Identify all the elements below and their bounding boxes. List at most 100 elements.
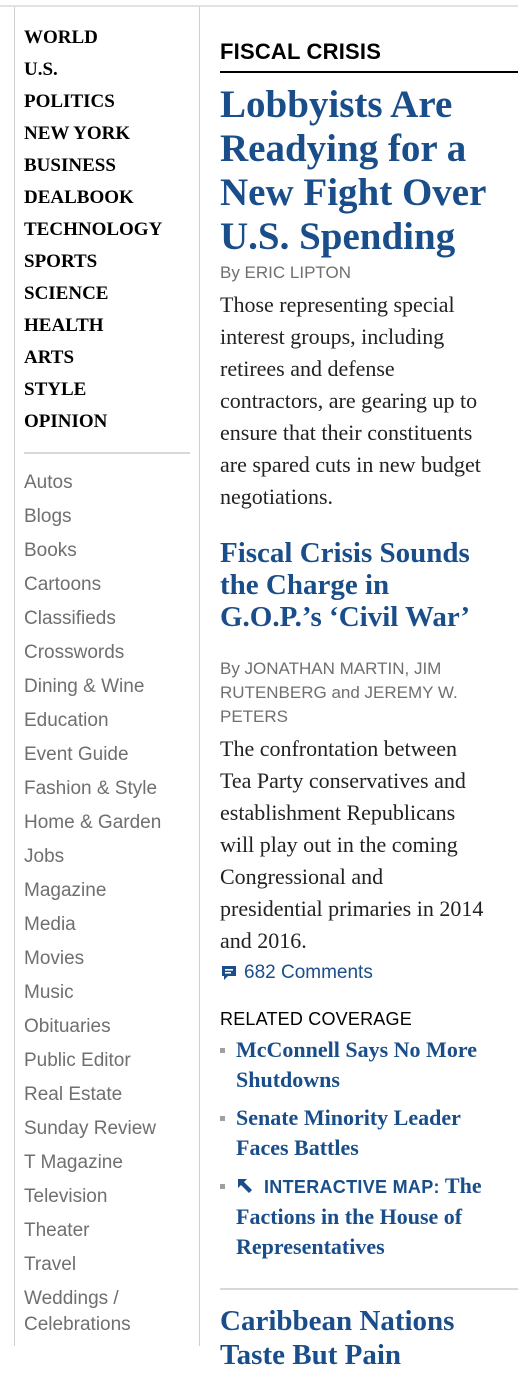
related-item-line: McConnell Says No More bbox=[236, 1037, 477, 1063]
second-byline: By JONATHAN MARTIN, JIM RUTENBERG and JE… bbox=[220, 657, 518, 729]
lead-summary-line: are spared cuts in new budget bbox=[220, 452, 481, 477]
related-item-line: Representatives bbox=[236, 1234, 385, 1260]
second-byline-line: By JONATHAN MARTIN, JIM bbox=[220, 659, 442, 679]
link-fashion-style[interactable]: Fashion & Style bbox=[24, 772, 192, 806]
related-item[interactable]: McConnell Says No More Shutdowns bbox=[220, 1035, 518, 1095]
link-obituaries[interactable]: Obituaries bbox=[24, 1010, 192, 1044]
second-summary-line: Tea Party conservatives and bbox=[220, 768, 466, 794]
lead-summary-line: ensure that their constituents bbox=[220, 420, 473, 445]
section-opinion[interactable]: OPINION bbox=[24, 406, 192, 438]
link-cartoons[interactable]: Cartoons bbox=[24, 568, 192, 602]
link-travel[interactable]: Travel bbox=[24, 1248, 192, 1282]
second-summary-line: establishment Republicans bbox=[220, 800, 456, 826]
link-media[interactable]: Media bbox=[24, 908, 192, 942]
related-interactive-first-line: INTERACTIVE MAP: The bbox=[236, 1171, 518, 1202]
lead-headline-line: Readying for a bbox=[220, 127, 467, 170]
section-new-york[interactable]: NEW YORK bbox=[24, 118, 192, 150]
second-summary-line: will play out in the coming bbox=[220, 832, 458, 858]
link-weddings-line2: Celebrations bbox=[24, 1314, 131, 1335]
link-public-editor[interactable]: Public Editor bbox=[24, 1044, 192, 1078]
related-item[interactable]: Senate Minority Leader Faces Battles bbox=[220, 1103, 518, 1163]
link-music[interactable]: Music bbox=[24, 976, 192, 1010]
section-world[interactable]: WORLD bbox=[24, 22, 192, 54]
lead-summary-line: interest groups, including bbox=[220, 324, 445, 349]
more-sections-list: Autos Blogs Books Cartoons Classifieds C… bbox=[24, 466, 192, 1338]
sidebar-nav: WORLD U.S. POLITICS NEW YORK BUSINESS DE… bbox=[24, 22, 192, 1338]
comments-link[interactable]: 682 Comments bbox=[220, 959, 518, 987]
section-business[interactable]: BUSINESS bbox=[24, 150, 192, 182]
link-jobs[interactable]: Jobs bbox=[24, 840, 192, 874]
lead-headline-line: U.S. Spending bbox=[220, 215, 456, 258]
main-divider bbox=[220, 1288, 518, 1291]
section-style[interactable]: STYLE bbox=[24, 374, 192, 406]
link-books[interactable]: Books bbox=[24, 534, 192, 568]
link-television[interactable]: Television bbox=[24, 1180, 192, 1214]
interactive-prefix: INTERACTIVE MAP: bbox=[264, 1177, 440, 1198]
bullet-icon bbox=[220, 1116, 225, 1122]
column-divider bbox=[199, 7, 200, 1346]
link-movies[interactable]: Movies bbox=[24, 942, 192, 976]
interactive-title-first: The bbox=[444, 1173, 482, 1199]
lead-summary: Those representing special interest grou… bbox=[220, 289, 518, 513]
link-theater[interactable]: Theater bbox=[24, 1214, 192, 1248]
link-classifieds[interactable]: Classifieds bbox=[24, 602, 192, 636]
link-real-estate[interactable]: Real Estate bbox=[24, 1078, 192, 1112]
link-weddings-celebrations[interactable]: Weddings / Celebrations bbox=[24, 1282, 192, 1338]
related-item-line: Factions in the House of bbox=[236, 1204, 463, 1230]
sections-list: WORLD U.S. POLITICS NEW YORK BUSINESS DE… bbox=[24, 22, 192, 438]
link-home-garden[interactable]: Home & Garden bbox=[24, 806, 192, 840]
comment-icon bbox=[222, 966, 236, 981]
link-blogs[interactable]: Blogs bbox=[24, 500, 192, 534]
section-arts[interactable]: ARTS bbox=[24, 342, 192, 374]
link-weddings-line1: Weddings / bbox=[24, 1288, 119, 1309]
link-crosswords[interactable]: Crosswords bbox=[24, 636, 192, 670]
top-rule bbox=[0, 5, 518, 7]
lead-headline-line: Lobbyists Are bbox=[220, 83, 453, 126]
link-sunday-review[interactable]: Sunday Review bbox=[24, 1112, 192, 1146]
link-event-guide[interactable]: Event Guide bbox=[24, 738, 192, 772]
second-headline-line: Fiscal Crisis Sounds bbox=[220, 537, 470, 569]
third-headline[interactable]: Caribbean Nations Taste But Pain bbox=[220, 1304, 518, 1372]
section-science[interactable]: SCIENCE bbox=[24, 278, 192, 310]
second-summary: The confrontation between Tea Party cons… bbox=[220, 733, 518, 957]
section-politics[interactable]: POLITICS bbox=[24, 86, 192, 118]
lead-headline-line: New Fight Over bbox=[220, 171, 487, 214]
link-t-magazine[interactable]: T Magazine bbox=[24, 1146, 192, 1180]
lead-summary-line: Those representing special bbox=[220, 292, 455, 317]
lead-headline[interactable]: Lobbyists Are Readying for a New Fight O… bbox=[220, 83, 518, 259]
link-magazine[interactable]: Magazine bbox=[24, 874, 192, 908]
bullet-icon bbox=[220, 1048, 225, 1054]
second-byline-line: RUTENBERG and JEREMY W. bbox=[220, 683, 458, 703]
bullet-icon bbox=[220, 1184, 225, 1190]
second-summary-line: The confrontation between bbox=[220, 736, 458, 762]
second-headline-line: the Charge in bbox=[220, 569, 390, 601]
second-headline[interactable]: Fiscal Crisis Sounds the Charge in G.O.P… bbox=[220, 537, 518, 633]
section-health[interactable]: HEALTH bbox=[24, 310, 192, 342]
main-column: FISCAL CRISIS Lobbyists Are Readying for… bbox=[220, 38, 518, 1396]
section-sports[interactable]: SPORTS bbox=[24, 246, 192, 278]
second-byline-line: PETERS bbox=[220, 707, 289, 727]
related-item-interactive[interactable]: INTERACTIVE MAP: The Factions in the Hou… bbox=[220, 1171, 518, 1262]
lead-byline: By ERIC LIPTON bbox=[220, 263, 351, 282]
second-summary-line: Congressional and bbox=[220, 864, 384, 890]
section-technology[interactable]: TECHNOLOGY bbox=[24, 214, 192, 246]
lead-summary-line: retirees and defense bbox=[220, 356, 395, 381]
sidebar-divider bbox=[24, 452, 190, 454]
section-us[interactable]: U.S. bbox=[24, 54, 192, 86]
link-dining-wine[interactable]: Dining & Wine bbox=[24, 670, 192, 704]
second-summary-line: and 2016. bbox=[220, 928, 307, 954]
third-headline-line: Caribbean Nations bbox=[220, 1305, 455, 1338]
second-summary-line: presidential primaries in 2014 bbox=[220, 896, 484, 922]
link-autos[interactable]: Autos bbox=[24, 466, 192, 500]
link-education[interactable]: Education bbox=[24, 704, 192, 738]
section-kicker[interactable]: FISCAL CRISIS bbox=[220, 38, 518, 73]
related-item-line: Senate Minority Leader bbox=[236, 1105, 461, 1131]
comments-count: 682 Comments bbox=[244, 962, 373, 984]
related-item-line: Shutdowns bbox=[236, 1067, 340, 1093]
lead-summary-line: negotiations. bbox=[220, 484, 334, 509]
related-coverage-label: RELATED COVERAGE bbox=[220, 1009, 412, 1030]
left-border bbox=[14, 7, 15, 1346]
related-coverage-list: McConnell Says No More Shutdowns Senate … bbox=[220, 1035, 518, 1262]
lead-summary-line: contractors, are gearing up to bbox=[220, 388, 478, 413]
section-dealbook[interactable]: DEALBOOK bbox=[24, 182, 192, 214]
